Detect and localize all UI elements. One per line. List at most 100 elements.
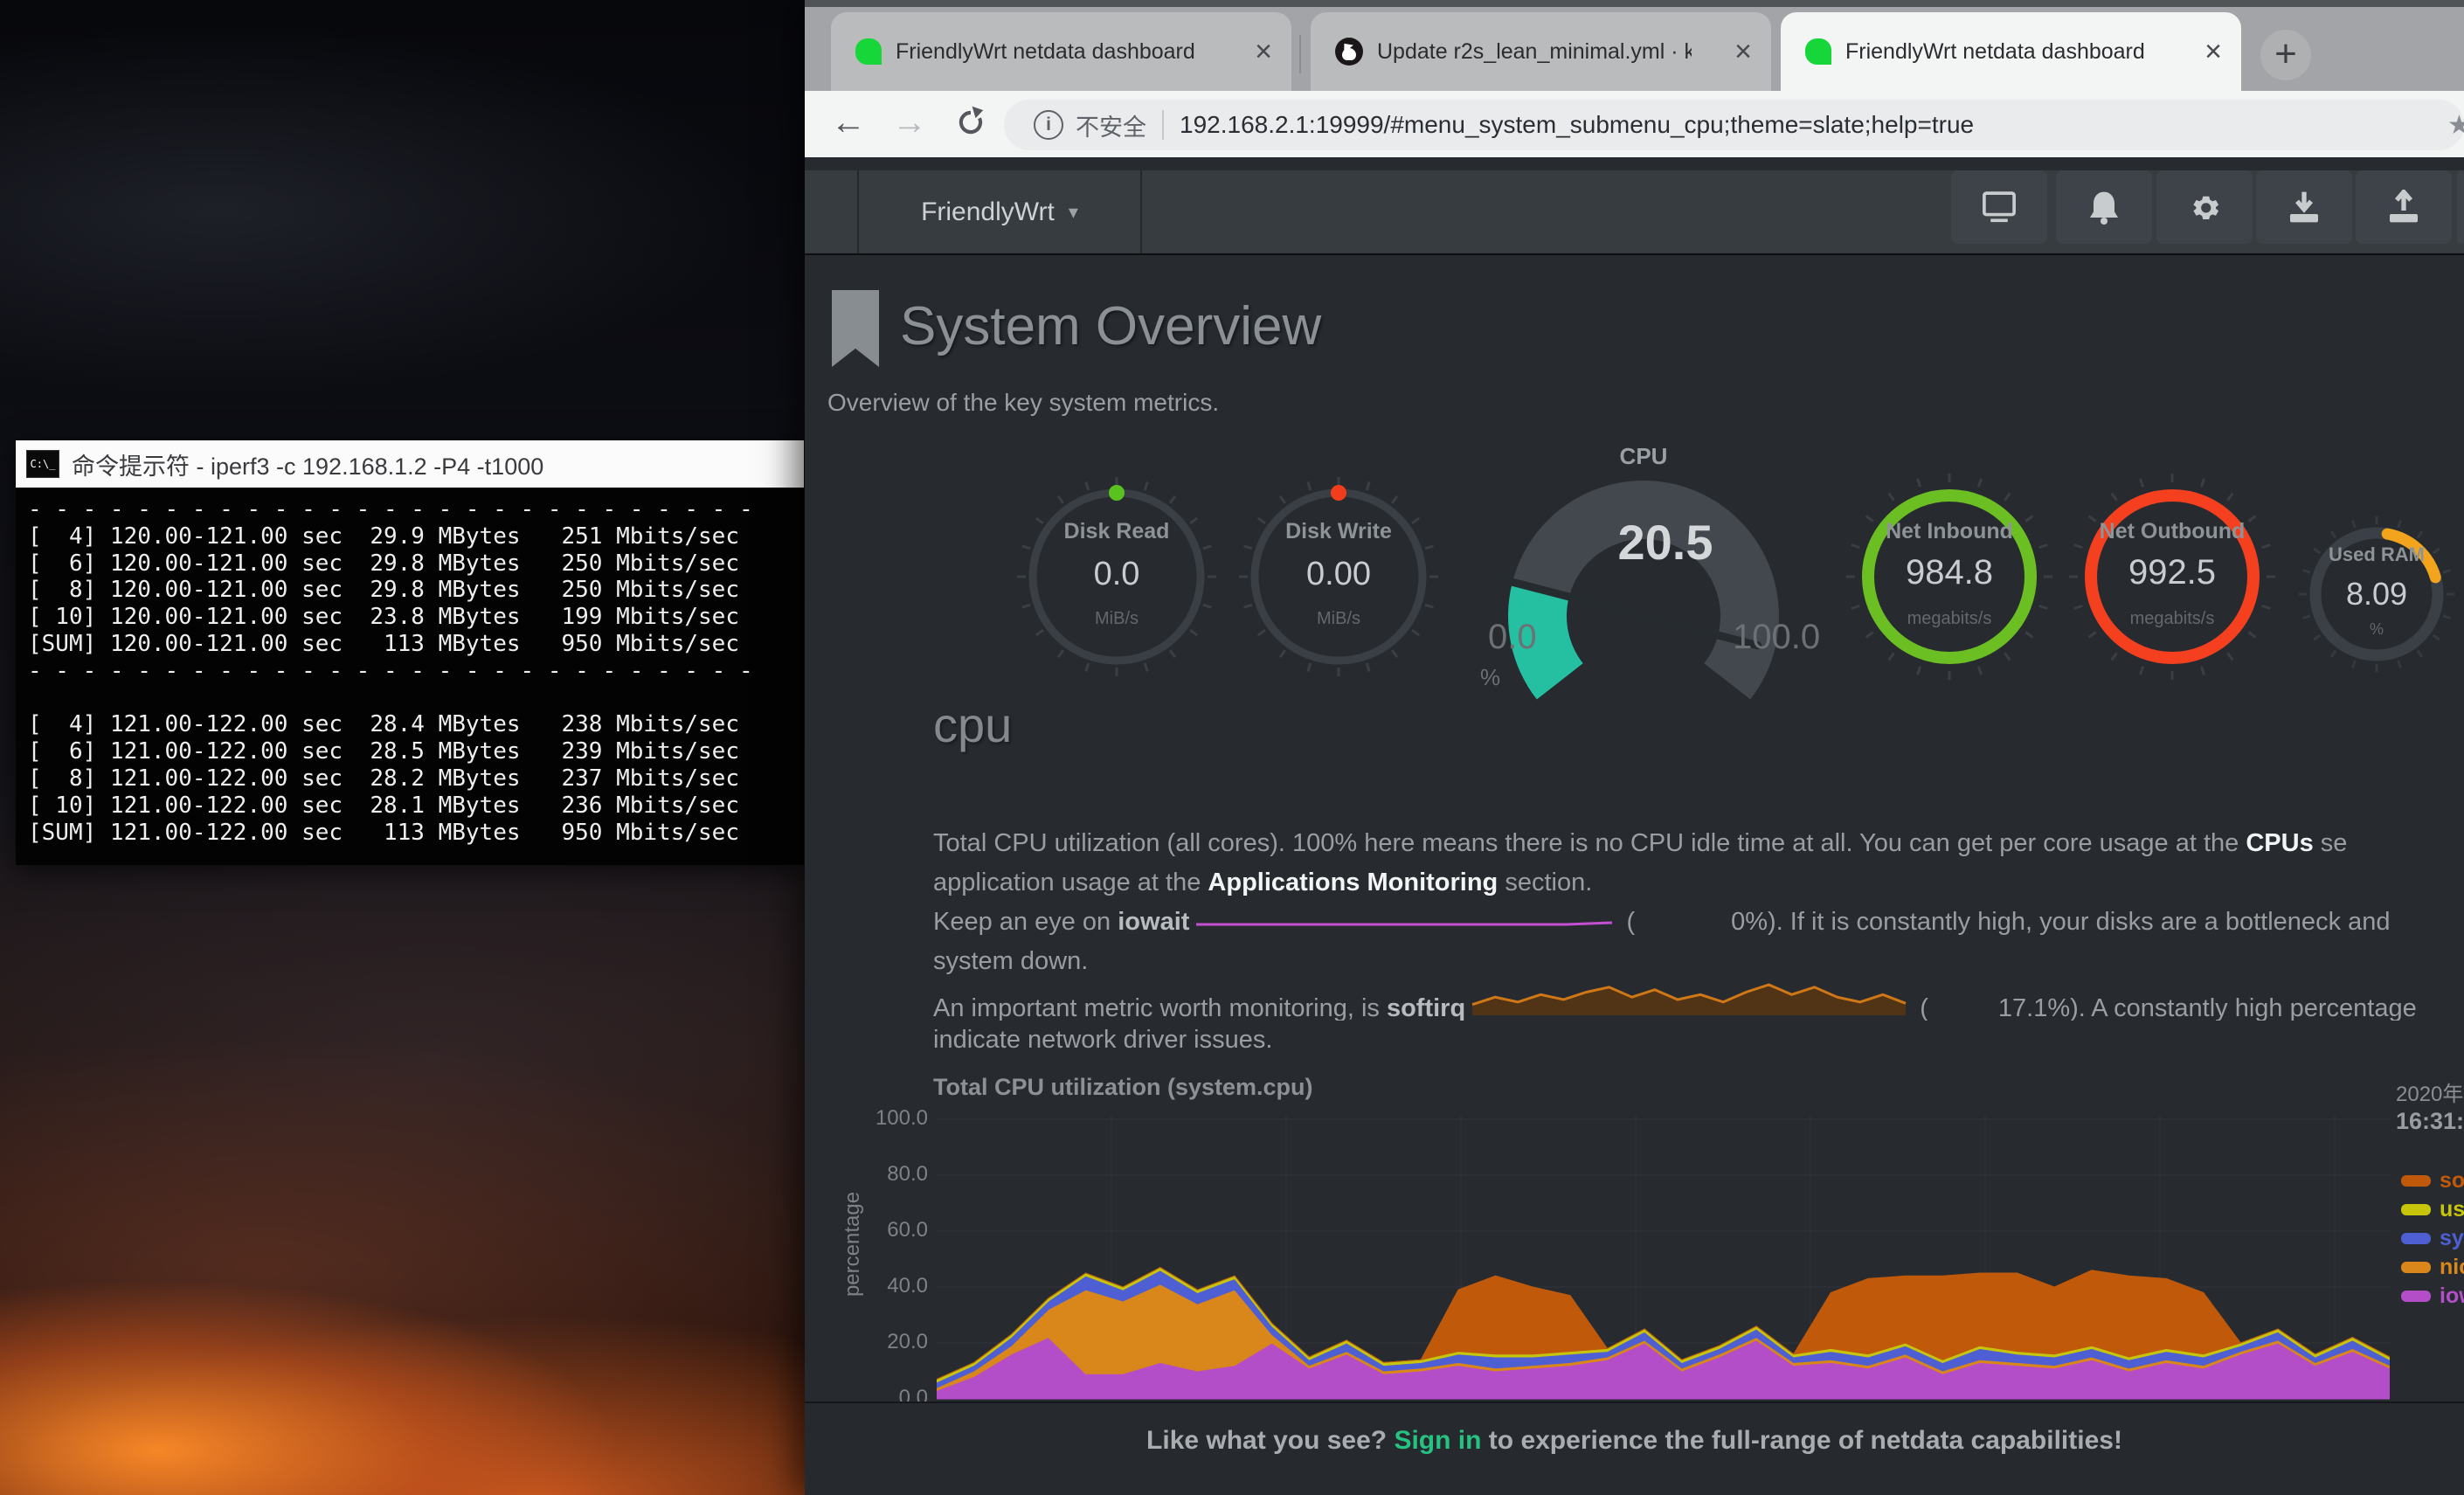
terminal-line: [ 4] 121.00-122.00 sec 28.4 MBytes 238 M… <box>28 711 804 738</box>
cpu-description-line: Total CPU utilization (all cores). 100% … <box>933 824 2464 863</box>
tab-close-icon[interactable]: × <box>1734 37 1752 66</box>
cmd-prompt-icon: C:\_ <box>26 450 59 478</box>
tab-netdata-2-active[interactable]: FriendlyWrt netdata dashboard × <box>1781 12 2241 91</box>
net-inbound-label: Net Inbound <box>1886 519 2013 544</box>
legend-label: user <box>2440 1197 2464 1222</box>
cpu-description-line: Keep an eye on iowait (0%). If it is con… <box>933 903 2464 942</box>
address-bar[interactable]: i 不安全 192.168.2.1:19999/#menu_system_sub… <box>1004 100 2464 150</box>
disk-read-value: 0.0 <box>1094 556 1140 593</box>
legend-swatch <box>2401 1204 2431 1215</box>
legend-item-nice[interactable]: nice <box>2401 1256 2464 1278</box>
signin-text-post: to experience the full-range of netdata … <box>1481 1426 2122 1455</box>
terminal-titlebar[interactable]: C:\_ 命令提示符 - iperf3 -c 192.168.1.2 -P4 -… <box>16 440 804 488</box>
terminal-line: [ 6] 121.00-122.00 sec 28.5 MBytes 239 M… <box>28 738 804 765</box>
iowait-sparkline <box>1194 919 1614 930</box>
chart-date: 2020年3 <box>2396 1076 2464 1107</box>
y-tick-label: 80.0 <box>823 1162 928 1187</box>
legend-swatch <box>2401 1175 2431 1187</box>
legend-label: system <box>2440 1226 2464 1251</box>
terminal-line: - - - - - - - - - - - - - - - - - - - - … <box>28 658 804 685</box>
netdata-page: FriendlyWrt ▾ <box>805 157 2464 1495</box>
disk-read-unit: MiB/s <box>1095 609 1139 629</box>
cpu-gauge-min: 0.0 <box>1488 618 1537 657</box>
reload-button[interactable] <box>946 98 995 147</box>
terminal-line: [ 4] 120.00-121.00 sec 29.9 MBytes 251 M… <box>28 523 804 550</box>
cpu-description-line: application usage at the Applications Mo… <box>933 863 2464 903</box>
y-tick-label: 60.0 <box>823 1218 928 1242</box>
tab-github[interactable]: Update r2s_lean_minimal.yml · k × <box>1311 12 1771 91</box>
net-outbound-value: 992.5 <box>2128 553 2216 592</box>
netdata-favicon <box>855 38 882 65</box>
cpu-gauge-unit: % <box>1480 664 1500 691</box>
tab-close-icon[interactable]: × <box>2204 37 2222 66</box>
disk-write-unit: MiB/s <box>1317 609 1360 629</box>
used-ram-unit: % <box>2370 620 2384 639</box>
terminal-line: [ 8] 121.00-122.00 sec 28.2 MBytes 237 M… <box>28 765 804 792</box>
cpu-description-line: An important metric worth monitoring, is… <box>933 981 2464 1021</box>
signin-text-pre: Like what you see? <box>1146 1426 1394 1455</box>
net-outbound-label: Net Outbound <box>2100 519 2246 544</box>
terminal-line: [ 10] 120.00-121.00 sec 23.8 MBytes 199 … <box>28 604 804 631</box>
new-tab-button[interactable]: + <box>2260 30 2311 80</box>
terminal-line: [ 6] 120.00-121.00 sec 29.8 MBytes 250 M… <box>28 550 804 578</box>
chart-title: Total CPU utilization (system.cpu) <box>933 1074 1313 1101</box>
tab-title: FriendlyWrt netdata dashboard <box>896 39 1195 65</box>
terminal-line: [SUM] 120.00-121.00 sec 113 MBytes 950 M… <box>28 631 804 658</box>
cpu-description-line: indicate network driver issues. <box>933 1021 2464 1060</box>
used-ram-value: 8.09 <box>2346 576 2407 613</box>
window-top-edge <box>805 0 2464 7</box>
sign-in-link[interactable]: Sign in <box>1394 1426 1481 1455</box>
page-info-icon[interactable]: i <box>1034 110 1063 140</box>
browser-toolbar: ← → i 不安全 192.168.2.1:19999/#menu_system… <box>805 91 2464 157</box>
cpu-description: Total CPU utilization (all cores). 100% … <box>933 824 2464 1060</box>
cpu-gauge-max: 100.0 <box>1733 618 1820 657</box>
net-inbound-value: 984.8 <box>1906 553 1993 592</box>
tab-title: FriendlyWrt netdata dashboard <box>1845 39 2145 65</box>
back-button[interactable]: ← <box>824 98 873 147</box>
tab-close-icon[interactable]: × <box>1255 37 1272 66</box>
disk-read-label: Disk Read <box>1064 519 1170 544</box>
softirq-sparkline <box>1471 981 1907 1016</box>
terminal-line: - - - - - - - - - - - - - - - - - - - - … <box>28 496 804 523</box>
legend-label: iowait <box>2440 1284 2464 1309</box>
netdata-favicon <box>1805 38 1831 65</box>
section-heading-cpu: cpu <box>933 696 1012 753</box>
github-favicon <box>1335 38 1363 66</box>
net-outbound-unit: megabits/s <box>2130 609 2215 629</box>
y-tick-label: 100.0 <box>823 1106 928 1131</box>
terminal-window[interactable]: C:\_ 命令提示符 - iperf3 -c 192.168.1.2 -P4 -… <box>16 440 804 865</box>
forward-button[interactable]: → <box>885 98 934 147</box>
terminal-line <box>28 685 804 712</box>
cpu-utilization-chart[interactable] <box>937 1110 2390 1402</box>
desktop: C:\_ 命令提示符 - iperf3 -c 192.168.1.2 -P4 -… <box>0 0 2464 1495</box>
disk-write-value: 0.00 <box>1306 556 1371 593</box>
used-ram-label: Used RAM <box>2329 543 2425 566</box>
y-tick-label: 40.0 <box>823 1274 928 1298</box>
terminal-line: [ 8] 120.00-121.00 sec 29.8 MBytes 250 M… <box>28 577 804 604</box>
omnibox-divider <box>1162 110 1164 140</box>
legend-item-softirq[interactable]: softirq <box>2401 1169 2464 1192</box>
legend-item-user[interactable]: user <box>2401 1198 2464 1221</box>
tab-netdata-1[interactable]: FriendlyWrt netdata dashboard × <box>831 12 1291 91</box>
terminal-output: - - - - - - - - - - - - - - - - - - - - … <box>16 488 804 865</box>
security-label[interactable]: 不安全 <box>1076 108 1146 142</box>
cpu-gauge-value: 20.5 <box>1618 514 1713 571</box>
terminal-line: [ 10] 121.00-122.00 sec 28.1 MBytes 236 … <box>28 792 804 820</box>
reload-icon <box>954 106 987 139</box>
cpu-description-line: system down. <box>933 942 2464 981</box>
tab-strip: FriendlyWrt netdata dashboard × Update r… <box>805 7 2464 91</box>
net-inbound-unit: megabits/s <box>1907 609 1992 629</box>
legend-swatch <box>2401 1291 2431 1302</box>
terminal-title: 命令提示符 - iperf3 -c 192.168.1.2 -P4 -t1000 <box>72 447 543 481</box>
tab-separator <box>1299 35 1301 73</box>
signin-banner: Like what you see? Sign in to experience… <box>805 1402 2464 1495</box>
legend-label: nice <box>2440 1255 2464 1280</box>
legend-label: softirq <box>2440 1168 2464 1194</box>
legend-item-iowait[interactable]: iowait <box>2401 1284 2464 1307</box>
bookmark-star-icon[interactable]: ★ <box>2447 110 2464 141</box>
url-text[interactable]: 192.168.2.1:19999/#menu_system_submenu_c… <box>1180 111 1974 139</box>
legend-item-system[interactable]: system <box>2401 1227 2464 1249</box>
legend-swatch <box>2401 1233 2431 1244</box>
terminal-line: [SUM] 121.00-122.00 sec 113 MBytes 950 M… <box>28 820 804 847</box>
browser-window: FriendlyWrt netdata dashboard × Update r… <box>805 0 2464 1495</box>
